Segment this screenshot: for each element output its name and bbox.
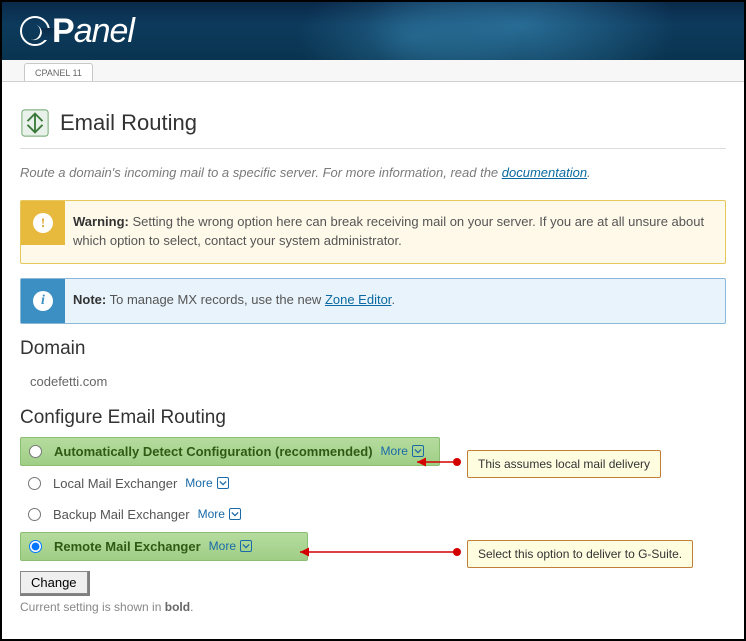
- chevron-down-icon: [240, 540, 252, 552]
- radio-backup[interactable]: [28, 508, 41, 521]
- info-icon: i: [33, 291, 53, 311]
- brand-text: Panel: [52, 12, 134, 51]
- option-remote-label: Remote Mail Exchanger: [54, 539, 201, 554]
- page-title: Email Routing: [60, 110, 197, 136]
- more-link-local[interactable]: More: [185, 476, 228, 490]
- warning-message: Warning: Setting the wrong option here c…: [65, 201, 725, 263]
- domain-value: codefetti.com: [20, 368, 726, 393]
- current-note-suffix: .: [190, 600, 193, 614]
- option-backup[interactable]: Backup Mail Exchanger More: [20, 501, 726, 528]
- option-remote[interactable]: Remote Mail Exchanger More: [20, 532, 308, 561]
- option-auto[interactable]: Automatically Detect Configuration (reco…: [20, 437, 440, 466]
- chevron-down-icon: [217, 477, 229, 489]
- domain-heading: Domain: [20, 338, 726, 360]
- routing-icon: [20, 108, 50, 138]
- radio-remote[interactable]: [29, 540, 42, 553]
- more-text-auto: More: [381, 444, 408, 458]
- note-message: Note: To manage MX records, use the new …: [65, 279, 725, 322]
- more-text-local: More: [185, 476, 212, 490]
- more-text-remote: More: [209, 539, 236, 553]
- chevron-down-icon: [412, 445, 424, 457]
- warning-icon-col: !: [21, 201, 65, 245]
- note-strong: Note:: [73, 292, 106, 307]
- note-after: .: [391, 292, 395, 307]
- tab-bar: CPANEL 11: [2, 60, 744, 82]
- warning-strong: Warning:: [73, 214, 129, 229]
- option-backup-label: Backup Mail Exchanger: [53, 507, 190, 522]
- callout-remote: Select this option to deliver to G-Suite…: [467, 540, 693, 568]
- radio-auto[interactable]: [29, 445, 42, 458]
- zone-editor-link[interactable]: Zone Editor: [325, 292, 392, 307]
- current-note-prefix: Current setting is shown in: [20, 600, 165, 614]
- tab-cpanel11[interactable]: CPANEL 11: [24, 63, 93, 81]
- callout-auto: This assumes local mail delivery: [467, 450, 661, 478]
- more-link-remote[interactable]: More: [209, 539, 252, 553]
- configure-heading: Configure Email Routing: [20, 407, 726, 429]
- more-text-backup: More: [198, 507, 225, 521]
- note-before: To manage MX records, use the new: [106, 292, 325, 307]
- intro-text: Route a domain's incoming mail to a spec…: [20, 165, 726, 180]
- radio-local[interactable]: [28, 477, 41, 490]
- change-button[interactable]: Change: [20, 571, 88, 594]
- more-link-auto[interactable]: More: [381, 444, 424, 458]
- note-icon-col: i: [21, 279, 65, 323]
- intro-prefix: Route a domain's incoming mail to a spec…: [20, 165, 502, 180]
- documentation-link[interactable]: documentation: [502, 165, 587, 180]
- option-auto-label: Automatically Detect Configuration (reco…: [54, 444, 373, 459]
- brand: Panel: [2, 2, 744, 60]
- warning-icon: !: [33, 213, 53, 233]
- app-header: Panel: [2, 2, 744, 60]
- divider: [20, 148, 726, 149]
- option-local-label: Local Mail Exchanger: [53, 476, 177, 491]
- page-title-row: Email Routing: [20, 108, 726, 138]
- brand-logo-icon: [20, 16, 50, 46]
- intro-suffix: .: [587, 165, 591, 180]
- current-setting-note: Current setting is shown in bold.: [20, 600, 726, 614]
- current-note-bold: bold: [165, 600, 190, 614]
- warning-text: Setting the wrong option here can break …: [73, 214, 704, 248]
- chevron-down-icon: [229, 508, 241, 520]
- warning-alert: ! Warning: Setting the wrong option here…: [20, 200, 726, 264]
- note-alert: i Note: To manage MX records, use the ne…: [20, 278, 726, 324]
- main-content: Email Routing Route a domain's incoming …: [2, 82, 744, 614]
- more-link-backup[interactable]: More: [198, 507, 241, 521]
- app-window: Panel CPANEL 11 Email Routing Route a do…: [0, 0, 746, 641]
